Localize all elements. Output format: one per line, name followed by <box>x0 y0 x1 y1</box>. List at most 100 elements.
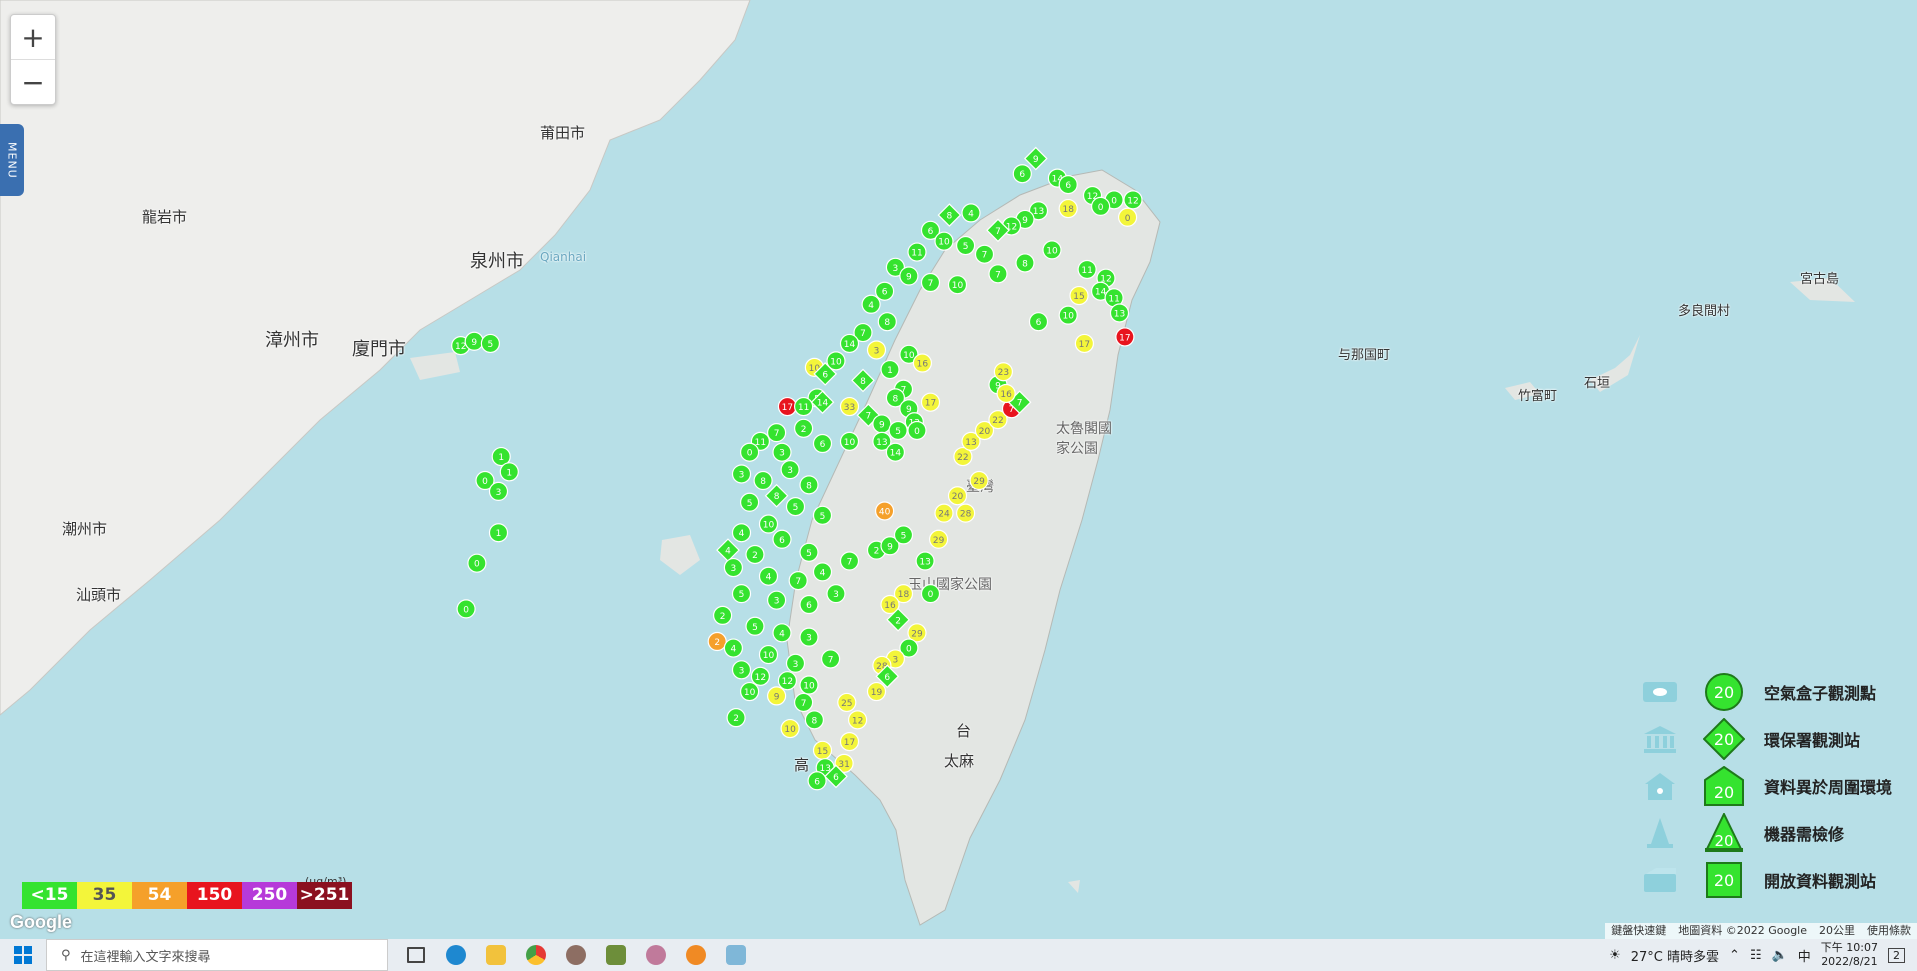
sensor-marker[interactable]: 5 <box>893 525 914 545</box>
sensor-marker[interactable]: 4 <box>723 638 744 658</box>
sensor-marker[interactable]: 15 <box>812 740 833 760</box>
sensor-marker[interactable]: 11 <box>1077 259 1097 280</box>
sensor-marker[interactable]: 6 <box>799 594 819 615</box>
sensor-marker[interactable]: 0 <box>456 599 476 619</box>
sensor-marker[interactable]: 3 <box>866 340 887 360</box>
sensor-marker[interactable]: 25 <box>837 692 857 713</box>
sensor-marker[interactable]: 40 <box>874 501 895 521</box>
sensor-marker[interactable]: 2 <box>726 708 746 728</box>
sensor-marker[interactable]: 2 <box>793 418 814 438</box>
sensor-marker[interactable]: 10 <box>1058 305 1078 325</box>
sensor-marker[interactable]: 7 <box>793 692 814 713</box>
sensor-marker[interactable]: 5 <box>745 616 765 636</box>
sensor-marker[interactable]: 1 <box>880 359 900 380</box>
sensor-marker[interactable]: 4 <box>861 294 881 314</box>
tool-app-icon[interactable] <box>636 939 676 971</box>
sensor-marker[interactable]: 5 <box>731 584 752 604</box>
sensor-marker[interactable]: 8 <box>937 203 962 227</box>
sensor-marker[interactable]: 6 <box>807 771 827 791</box>
sensor-marker[interactable]: 2 <box>712 605 733 626</box>
air-quality-map[interactable]: 莆田市 龍岩市 泉州市 Qianhai 漳州市 廈門市 潮州市 汕頭市 宮古島 … <box>0 0 1917 939</box>
sensor-marker[interactable]: 10 <box>739 681 760 702</box>
sensor-marker[interactable]: 7 <box>974 244 995 264</box>
sensor-marker[interactable]: 8 <box>799 475 819 495</box>
sensor-marker[interactable]: 0 <box>920 584 941 604</box>
clock[interactable]: 下午 10:07 2022/8/21 <box>1821 941 1878 969</box>
sensor-marker[interactable]: 10 <box>934 231 954 251</box>
sensor-marker[interactable]: 17 <box>777 396 798 417</box>
sensor-marker[interactable]: 17 <box>1115 327 1135 347</box>
zoom-out-button[interactable]: − <box>11 59 55 104</box>
sensor-marker[interactable]: 14 <box>839 333 860 354</box>
sensor-marker[interactable]: 2 <box>745 544 765 565</box>
sensor-marker[interactable]: 8 <box>1015 253 1035 273</box>
file-explorer-icon[interactable] <box>476 939 516 971</box>
sensor-marker[interactable]: 9 <box>872 414 892 434</box>
sensor-marker[interactable]: 3 <box>780 460 800 480</box>
compass-app-icon[interactable] <box>556 939 596 971</box>
windows-start-button[interactable] <box>0 939 46 971</box>
sensor-marker[interactable]: 13 <box>915 551 935 571</box>
sensor-marker[interactable]: 6 <box>1058 175 1078 195</box>
sensor-marker[interactable]: 6 <box>772 529 792 549</box>
sensor-marker[interactable]: 12 <box>1123 190 1143 210</box>
sensor-marker[interactable]: 7 <box>988 264 1008 284</box>
sensor-marker[interactable]: 8 <box>804 710 825 730</box>
sensor-marker[interactable]: 3 <box>766 590 787 610</box>
sensor-marker[interactable]: 8 <box>877 312 897 332</box>
sensor-marker[interactable]: 7 <box>820 649 841 669</box>
sensor-marker[interactable]: 10 <box>1042 240 1062 260</box>
sensor-marker[interactable]: 10 <box>799 675 819 695</box>
sensor-marker[interactable]: 4 <box>758 566 779 586</box>
sensor-marker[interactable]: 10 <box>839 431 860 451</box>
bird-app-icon[interactable] <box>596 939 636 971</box>
terms-link[interactable]: 使用條款 <box>1861 923 1917 939</box>
sensor-marker[interactable]: 0 <box>739 442 760 462</box>
task-view-icon[interactable] <box>396 939 436 971</box>
notification-icon[interactable]: 2 <box>1888 947 1905 963</box>
sensor-marker[interactable]: 4 <box>772 623 792 643</box>
sensor-marker[interactable]: 29 <box>969 470 989 491</box>
sensor-marker[interactable]: 10 <box>780 718 800 739</box>
sensor-marker[interactable]: 4 <box>731 523 752 543</box>
sensor-marker[interactable]: 2 <box>707 631 727 652</box>
ime-indicator[interactable]: 中 <box>1798 946 1811 965</box>
sensor-marker[interactable]: 28 <box>955 503 976 523</box>
keyboard-shortcuts-link[interactable]: 鍵盤快速鍵 <box>1605 923 1672 939</box>
sensor-marker[interactable]: 7 <box>920 272 941 293</box>
sensor-marker[interactable]: 4 <box>961 203 981 223</box>
edge-icon[interactable] <box>436 939 476 971</box>
sensor-marker[interactable]: 3 <box>772 442 792 462</box>
sensor-marker[interactable]: 0 <box>1090 196 1111 216</box>
sensor-marker[interactable]: 6 <box>1012 164 1032 184</box>
sensor-marker[interactable]: 3 <box>826 584 846 604</box>
sensor-marker[interactable]: 10 <box>758 644 779 665</box>
sensor-marker[interactable]: 5 <box>785 497 806 517</box>
network-icon[interactable]: ☷ <box>1750 948 1762 963</box>
sensor-marker[interactable]: 6 <box>1028 312 1049 332</box>
sensor-marker[interactable]: 8 <box>851 368 875 393</box>
sensor-marker[interactable]: 3 <box>731 660 752 680</box>
sensor-marker[interactable]: 20 <box>947 486 968 506</box>
sensor-marker[interactable]: 9 <box>464 331 484 351</box>
sensor-marker[interactable]: 10 <box>947 275 968 295</box>
sensor-marker[interactable]: 7 <box>766 423 787 443</box>
sensor-marker[interactable]: 7 <box>839 551 860 571</box>
chevron-up-icon[interactable]: ⌃ <box>1729 948 1740 963</box>
google-logo[interactable]: Google <box>10 912 72 933</box>
weather-icon[interactable]: ☀ <box>1609 948 1621 963</box>
sensor-marker[interactable]: 15 <box>1069 285 1089 306</box>
sensor-marker[interactable]: 12 <box>750 666 771 686</box>
sensor-marker[interactable]: 33 <box>839 396 860 417</box>
sensor-marker[interactable]: 17 <box>839 731 860 752</box>
zoom-in-button[interactable]: + <box>11 15 55 59</box>
sensor-marker[interactable]: 4 <box>716 538 740 562</box>
sensor-marker[interactable]: 19 <box>866 681 887 702</box>
scale-bar[interactable]: 20公里 <box>1813 923 1861 939</box>
sensor-marker[interactable]: 16 <box>912 353 933 373</box>
sensor-marker[interactable]: 6 <box>812 433 833 454</box>
sensor-marker[interactable]: 3 <box>723 557 744 578</box>
sensor-marker[interactable]: 17 <box>920 392 941 412</box>
sensor-marker[interactable]: 17 <box>1074 333 1095 354</box>
sensor-marker[interactable]: 6 <box>874 281 895 301</box>
